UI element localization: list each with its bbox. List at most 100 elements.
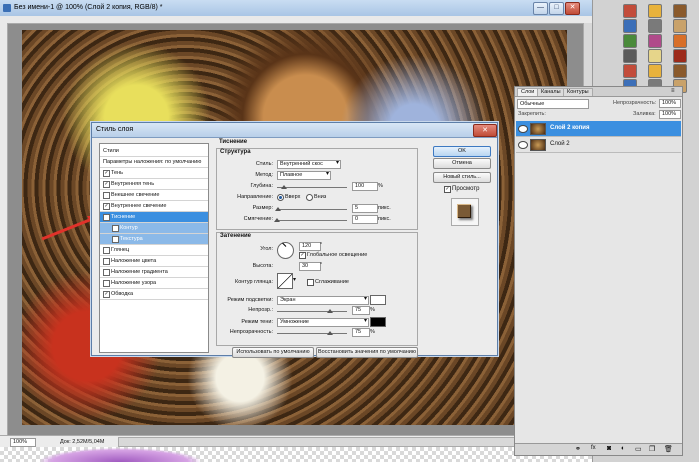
zoom-field[interactable]: 100%	[10, 438, 36, 447]
style-item-6[interactable]: Контур	[100, 223, 208, 234]
chevron-down-icon[interactable]: ▾	[293, 276, 296, 283]
angle-dial[interactable]	[277, 242, 294, 259]
style-checkbox[interactable]: ✓	[103, 203, 110, 210]
fill-field[interactable]: 100%	[659, 110, 681, 119]
maximize-button[interactable]: □	[549, 2, 564, 15]
size-field[interactable]: 5	[352, 204, 378, 213]
highlight-opacity-knob[interactable]	[326, 309, 333, 313]
tool-preset-swatch[interactable]	[648, 64, 662, 78]
mask-icon[interactable]: ◙	[607, 445, 611, 452]
close-button[interactable]: ✕	[565, 2, 580, 15]
preview-checkbox[interactable]: ✓	[444, 186, 451, 193]
style-item-12[interactable]: ✓ Обводка	[100, 289, 208, 300]
style-item-1[interactable]: ✓ Тень	[100, 168, 208, 179]
tool-preset-swatch[interactable]	[673, 19, 687, 33]
style-checkbox[interactable]	[112, 225, 119, 232]
vertical-ruler[interactable]	[0, 23, 8, 435]
style-item-9[interactable]: Наложение цвета	[100, 256, 208, 267]
panel-menu-icon[interactable]: ≡	[671, 88, 675, 94]
shadow-opacity-slider[interactable]	[277, 333, 347, 334]
style-checkbox[interactable]: ✓	[103, 214, 110, 221]
layer-row-copy[interactable]: Слой 2 копия	[516, 121, 681, 137]
shadow-opacity-field[interactable]: 75	[352, 328, 370, 337]
size-slider-knob[interactable]	[275, 207, 281, 211]
tool-preset-swatch[interactable]	[648, 4, 662, 18]
global-light-checkbox[interactable]: ✓	[299, 252, 306, 259]
size-slider[interactable]	[277, 209, 347, 210]
tool-preset-swatch[interactable]	[673, 4, 687, 18]
reset-default-button[interactable]: Восстановить значения по умолчанию	[316, 347, 418, 358]
style-item-4[interactable]: ✓ Внутреннее свечение	[100, 201, 208, 212]
tool-preset-swatch[interactable]	[648, 19, 662, 33]
depth-slider-knob[interactable]	[281, 185, 287, 189]
horizontal-ruler[interactable]	[0, 16, 592, 24]
antialias-checkbox[interactable]	[307, 279, 314, 286]
tool-preset-swatch[interactable]	[648, 34, 662, 48]
highlight-opacity-field[interactable]: 75	[352, 306, 370, 315]
horizontal-scrollbar[interactable]	[118, 437, 580, 447]
style-checkbox[interactable]	[103, 280, 110, 287]
new-layer-icon[interactable]: ❐	[649, 445, 655, 453]
depth-field[interactable]: 100	[352, 182, 378, 191]
tab-layers[interactable]: Слои	[517, 88, 539, 96]
style-checkbox[interactable]: ✓	[103, 170, 110, 177]
technique-select[interactable]: Плавное	[277, 171, 331, 180]
group-icon[interactable]: ▭	[635, 445, 642, 453]
style-item-10[interactable]: Наложение градиента	[100, 267, 208, 278]
highlight-mode-select[interactable]: Экран	[277, 296, 369, 305]
adjustment-layer-icon[interactable]: ◐	[621, 445, 625, 452]
style-item-3[interactable]: Внешнее свечение	[100, 190, 208, 201]
link-layers-icon[interactable]: ⚭	[575, 445, 581, 453]
style-checkbox[interactable]	[103, 258, 110, 265]
soften-field[interactable]: 0	[352, 215, 378, 224]
new-style-button[interactable]: Новый стиль...	[433, 172, 491, 183]
blend-mode-select[interactable]: Обычные	[517, 99, 589, 109]
style-item-11[interactable]: Наложение узора	[100, 278, 208, 289]
shadow-color-swatch[interactable]	[370, 317, 386, 327]
style-checkbox[interactable]	[103, 192, 110, 199]
highlight-opacity-slider[interactable]	[277, 311, 347, 312]
minimize-button[interactable]: —	[533, 2, 548, 15]
style-item-5[interactable]: ✓ Тиснение	[100, 212, 208, 223]
bevel-style-select[interactable]: Внутренний скос	[277, 160, 341, 169]
gloss-contour-picker[interactable]	[277, 273, 293, 289]
fx-icon[interactable]: fx	[591, 445, 596, 451]
dialog-close-button[interactable]: ✕	[473, 124, 497, 137]
direction-down-radio[interactable]	[306, 194, 313, 201]
tool-preset-swatch[interactable]	[623, 19, 637, 33]
layer-row-layer2[interactable]: Слой 2	[516, 137, 681, 153]
shadow-opacity-knob[interactable]	[326, 331, 333, 335]
opacity-field[interactable]: 100%	[659, 99, 681, 108]
style-item-2[interactable]: ✓ Внутренняя тень	[100, 179, 208, 190]
tool-preset-swatch[interactable]	[623, 34, 637, 48]
shadow-mode-select[interactable]: Умножение	[277, 318, 369, 327]
tool-preset-swatch[interactable]	[648, 49, 662, 63]
style-item-8[interactable]: Глянец	[100, 245, 208, 256]
tool-preset-swatch[interactable]	[623, 49, 637, 63]
style-checkbox[interactable]	[103, 247, 110, 254]
style-checkbox[interactable]	[103, 269, 110, 276]
style-item-7[interactable]: Текстура	[100, 234, 208, 245]
make-default-button[interactable]: Использовать по умолчанию	[232, 347, 314, 358]
blend-options-item[interactable]: Параметры наложения: по умолчанию	[100, 157, 208, 168]
visibility-eye-icon[interactable]	[518, 141, 528, 149]
style-checkbox[interactable]: ✓	[103, 181, 110, 188]
document-title-bar[interactable]: Без имени-1 @ 100% (Слой 2 копия, RGB/8)…	[0, 0, 592, 17]
tool-preset-swatch[interactable]	[673, 34, 687, 48]
tool-preset-swatch[interactable]	[673, 49, 687, 63]
visibility-eye-icon[interactable]	[518, 125, 528, 133]
soften-slider[interactable]	[277, 220, 347, 221]
cancel-button[interactable]: Отмена	[433, 158, 491, 169]
trash-icon[interactable]: 🗑	[664, 445, 673, 453]
tool-preset-swatch[interactable]	[623, 64, 637, 78]
depth-slider[interactable]	[277, 187, 347, 188]
tab-channels[interactable]: Каналы	[537, 88, 565, 96]
altitude-field[interactable]: 30	[299, 262, 321, 271]
dialog-title-bar[interactable]: Стиль слоя ✕	[92, 123, 497, 138]
style-checkbox[interactable]: ✓	[103, 291, 110, 298]
direction-up-radio[interactable]	[277, 194, 284, 201]
ok-button[interactable]: OK	[433, 146, 491, 157]
tab-paths[interactable]: Контуры	[563, 88, 593, 96]
highlight-color-swatch[interactable]	[370, 295, 386, 305]
soften-slider-knob[interactable]	[274, 218, 280, 222]
